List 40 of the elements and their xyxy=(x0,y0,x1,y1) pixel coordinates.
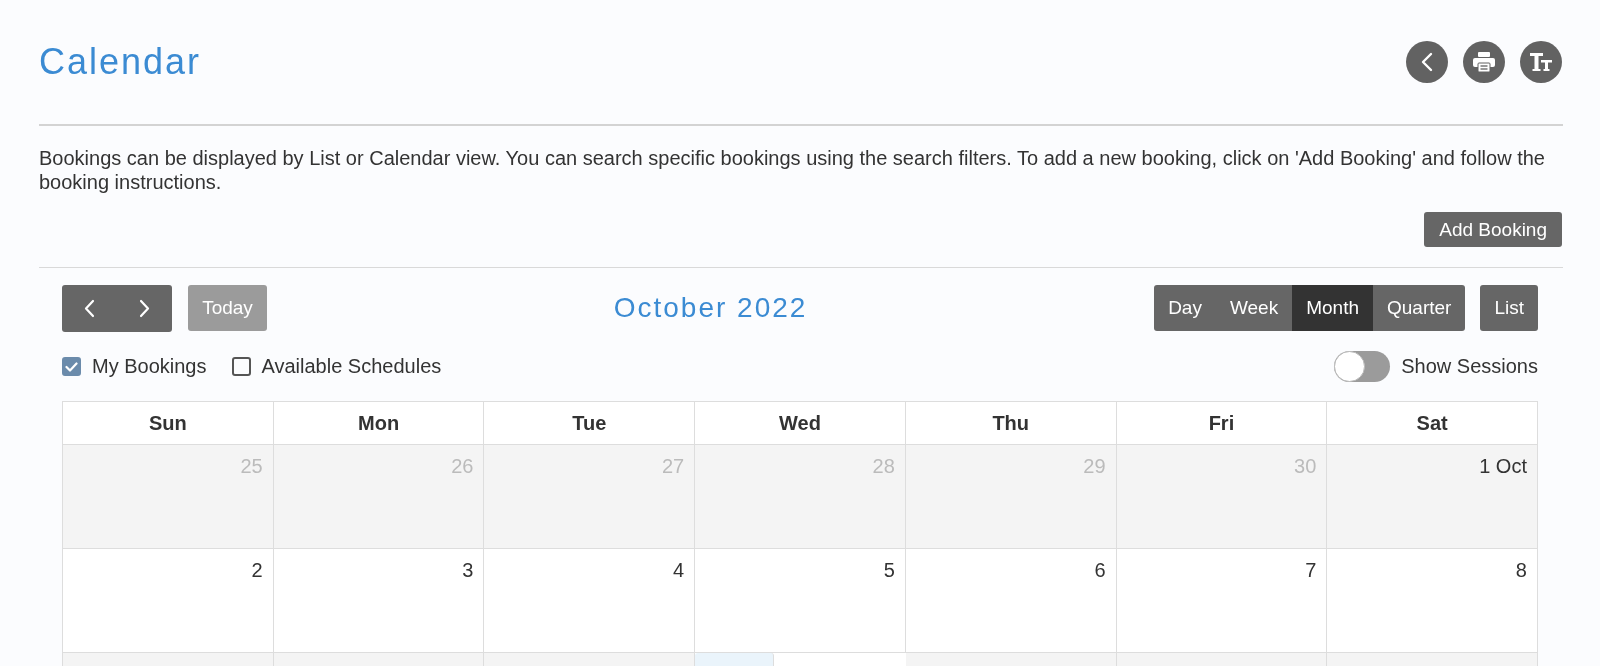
month-title: October 2022 xyxy=(613,292,808,324)
next-button[interactable] xyxy=(117,284,172,332)
day-number: 27 xyxy=(661,455,685,477)
text-size-icon xyxy=(1530,53,1552,71)
day-number: 29 xyxy=(1083,455,1106,477)
previous-button[interactable] xyxy=(62,284,117,332)
add-booking-button[interactable]: Add Booking xyxy=(1424,212,1562,247)
checkbox[interactable] xyxy=(231,357,251,376)
description-text: Bookings can be displayed by List or Calendar view. You can search specific bookings using the search filters. To add a new booking, click on 'Add Booking' and follow the booking instructions. xyxy=(39,146,1546,194)
day-number: 25 xyxy=(240,455,263,477)
chevron-left-icon xyxy=(84,298,95,318)
checkbox-label[interactable]: Available Schedules xyxy=(261,355,442,378)
day-number: 5 xyxy=(883,559,895,581)
printer-icon xyxy=(1473,52,1495,72)
toggle-label[interactable]: Show Sessions xyxy=(1401,355,1538,378)
day-number: 1 Oct xyxy=(1479,455,1527,477)
day-number: 4 xyxy=(673,559,685,581)
day-number: 7 xyxy=(1305,559,1317,581)
toggle-switch[interactable] xyxy=(1334,351,1391,382)
view-tab[interactable]: Month xyxy=(1292,285,1373,331)
back-button[interactable] xyxy=(1406,41,1448,83)
day-number: 30 xyxy=(1294,455,1317,477)
text-size-button[interactable] xyxy=(1520,41,1562,83)
checkbox-label[interactable]: My Bookings xyxy=(92,355,207,378)
day-number: 2 xyxy=(251,559,263,581)
view-tab[interactable]: Week xyxy=(1215,285,1293,331)
day-number: 8 xyxy=(1515,559,1527,581)
checkmark-icon xyxy=(65,361,78,372)
chevron-right-icon xyxy=(139,298,150,318)
day-number: 28 xyxy=(872,455,895,477)
chevron-left-icon xyxy=(1421,52,1433,72)
view-tab[interactable]: Quarter xyxy=(1373,285,1466,331)
day-number: 26 xyxy=(451,455,474,477)
checkbox[interactable] xyxy=(62,357,81,376)
day-number: 6 xyxy=(1094,559,1106,581)
day-number: 3 xyxy=(462,559,474,581)
page-title: Calendar xyxy=(39,44,202,80)
view-tab[interactable]: Day xyxy=(1154,285,1216,331)
list-view-button[interactable]: List xyxy=(1480,285,1538,331)
print-button[interactable] xyxy=(1463,41,1505,83)
